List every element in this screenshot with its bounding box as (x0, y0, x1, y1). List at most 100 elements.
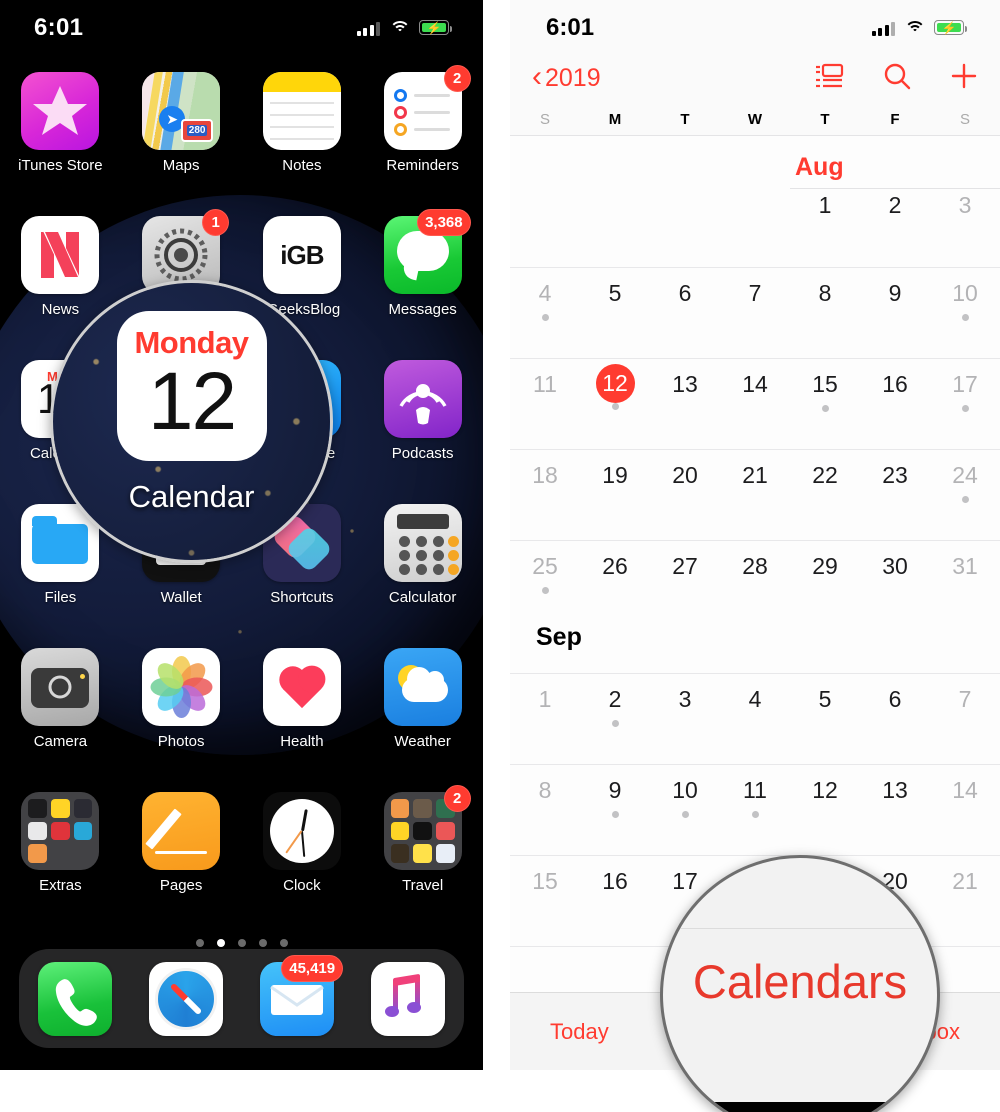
calendar-day[interactable] (650, 136, 720, 267)
folder-travel[interactable]: 2 Travel (362, 785, 483, 936)
calendar-day[interactable]: 2 (580, 674, 650, 764)
calendar-day[interactable]: 17 (650, 856, 720, 946)
calendar-day[interactable]: 8 (510, 765, 580, 855)
calendar-day-today[interactable]: 12 (580, 359, 650, 449)
calendar-day[interactable]: 10 (650, 765, 720, 855)
camera-icon[interactable] (21, 648, 100, 726)
calendar-day[interactable]: 9 (860, 268, 930, 358)
calendar-day[interactable]: 19 (580, 450, 650, 540)
app-notes[interactable]: Notes (242, 72, 363, 216)
calendar-day[interactable]: 15 (790, 359, 860, 449)
calculator-icon[interactable] (383, 504, 462, 582)
dock-mail[interactable]: 45,419 (260, 954, 344, 1036)
calendar-day[interactable] (580, 136, 650, 267)
calendar-day[interactable]: 20 (650, 450, 720, 540)
calendar-day[interactable]: 4 (720, 674, 790, 764)
calendar-day[interactable]: 20 (860, 856, 930, 946)
app-pages[interactable]: Pages (121, 792, 242, 936)
calendar-day[interactable]: 13 (650, 359, 720, 449)
weather-icon[interactable] (383, 648, 462, 726)
itunes-store-icon[interactable] (21, 72, 100, 150)
calendar-day[interactable]: 7 (930, 674, 1000, 764)
calendar-day[interactable]: 13 (860, 765, 930, 855)
calendar-day[interactable]: 6 (860, 674, 930, 764)
calendar-day[interactable]: 6 (650, 268, 720, 358)
folder-extras[interactable]: Extras (0, 792, 121, 936)
safari-icon[interactable] (148, 961, 223, 1036)
calendar-day[interactable]: 21 (930, 856, 1000, 946)
app-reminders[interactable]: 2 Reminders (362, 65, 483, 216)
calendar-day[interactable]: 17 (930, 359, 1000, 449)
calendar-day[interactable]: 18 (720, 856, 790, 946)
calendar-day[interactable]: 15 (510, 856, 580, 946)
calendar-day[interactable]: 7 (720, 268, 790, 358)
calendar-day[interactable]: 5 (790, 674, 860, 764)
app-health[interactable]: Health (242, 648, 363, 792)
calendar-day[interactable]: 14 (930, 765, 1000, 855)
music-icon[interactable] (371, 961, 446, 1036)
maps-icon[interactable]: ➤ 280 (142, 72, 221, 150)
calendar-day[interactable]: 16 (580, 856, 650, 946)
calendar-day[interactable] (510, 136, 580, 267)
calendar-day[interactable]: 11 (720, 765, 790, 855)
calendar-day[interactable]: 5 (580, 268, 650, 358)
dock-music[interactable] (371, 961, 446, 1036)
app-label: Camera (33, 733, 88, 750)
calendar-day[interactable]: 12 (790, 765, 860, 855)
health-icon[interactable] (262, 648, 341, 726)
today-button[interactable]: Today (550, 1019, 609, 1045)
status-time: 6:01 (34, 13, 84, 41)
dock-safari[interactable] (148, 961, 223, 1036)
calendar-day[interactable]: 8 (790, 268, 860, 358)
calendar-day[interactable]: 29 (790, 541, 860, 673)
calendar-day[interactable]: 27 (650, 541, 720, 673)
dock-phone[interactable] (37, 961, 112, 1036)
app-calculator[interactable]: Calculator (362, 504, 483, 648)
calendar-day[interactable]: 11 (510, 359, 580, 449)
calendar-day[interactable]: 24 (930, 450, 1000, 540)
calendar-day[interactable]: 18 (510, 450, 580, 540)
calendar-day[interactable] (720, 136, 790, 267)
app-clock[interactable]: Clock (242, 792, 363, 936)
app-podcasts[interactable]: Podcasts (362, 360, 483, 504)
app-photos[interactable]: Photos (121, 648, 242, 792)
calendar-day[interactable]: 9 (580, 765, 650, 855)
calendar-day[interactable]: 26 (580, 541, 650, 673)
calendar-month-scroll[interactable]: Aug 1 2 3 4 5 6 7 8 9 10 11 12 13 14 15 … (510, 136, 1000, 992)
clock-icon[interactable] (262, 792, 341, 870)
calendar-day[interactable]: 28 (720, 541, 790, 673)
app-maps[interactable]: ➤ 280 Maps (121, 72, 242, 216)
calendar-day[interactable]: 25 (510, 541, 580, 673)
calendar-day[interactable]: 3 (650, 674, 720, 764)
folder-icon[interactable] (21, 792, 100, 870)
calendars-button[interactable]: Calendars (707, 1019, 807, 1045)
calendar-day[interactable]: 1 (510, 674, 580, 764)
pages-icon[interactable] (142, 792, 221, 870)
podcasts-icon[interactable] (383, 360, 462, 438)
calendar-day[interactable]: 10 (930, 268, 1000, 358)
list-view-icon[interactable] (814, 63, 844, 94)
calendar-day[interactable]: 31 (930, 541, 1000, 673)
phone-icon[interactable] (37, 961, 112, 1036)
calendar-day[interactable]: 2 (860, 136, 930, 267)
calendar-day[interactable]: 23 (860, 450, 930, 540)
calendar-day[interactable]: 21 (720, 450, 790, 540)
calendar-day[interactable]: 19 (790, 856, 860, 946)
app-itunes-store[interactable]: iTunes Store (0, 72, 121, 216)
search-icon[interactable] (883, 62, 911, 95)
app-weather[interactable]: Weather (362, 648, 483, 792)
calendar-day[interactable]: 4 (510, 268, 580, 358)
app-messages[interactable]: 3,368 Messages (362, 209, 483, 360)
calendar-day[interactable]: 30 (860, 541, 930, 673)
calendar-day[interactable]: 3 (930, 136, 1000, 267)
app-camera[interactable]: Camera (0, 648, 121, 792)
photos-icon[interactable] (142, 648, 221, 726)
back-to-year-button[interactable]: ‹ 2019 (532, 61, 601, 93)
page-dots[interactable] (0, 939, 483, 947)
calendar-day[interactable]: 22 (790, 450, 860, 540)
plus-icon[interactable] (950, 62, 978, 95)
calendar-day[interactable]: 16 (860, 359, 930, 449)
calendar-day[interactable]: 14 (720, 359, 790, 449)
inbox-button[interactable]: Inbox (906, 1019, 960, 1045)
notes-icon[interactable] (262, 72, 341, 150)
